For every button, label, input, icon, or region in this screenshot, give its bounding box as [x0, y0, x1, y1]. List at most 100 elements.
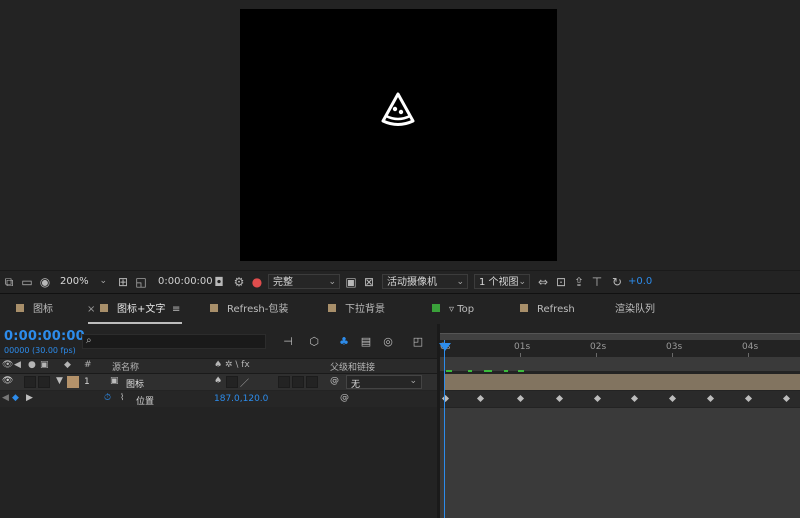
current-time-display[interactable]: 0:00:00:00: [4, 329, 85, 344]
timeline-tab-bar: 图标 × 图标+文字 ≡ Refresh-包装 下拉背景 ▿ Top Refre…: [0, 294, 800, 325]
viewer-timecode[interactable]: 0:00:00:00: [158, 276, 213, 287]
layer-name[interactable]: 图标: [126, 377, 144, 390]
expand-triangle-icon[interactable]: ▼: [56, 376, 63, 386]
pizza-slice-icon: [381, 92, 415, 126]
fast-previews-icon[interactable]: ▣: [344, 275, 358, 289]
composition-canvas[interactable]: [240, 9, 557, 261]
tab-pulldown-bg[interactable]: 下拉背景: [328, 294, 385, 324]
prev-keyframe-icon[interactable]: ◀: [2, 393, 9, 403]
camera-select[interactable]: 活动摄像机 ⌄: [382, 274, 468, 289]
tab-color-swatch: [328, 304, 336, 312]
toggle-pixel-aspect-icon[interactable]: ⇔: [536, 275, 550, 289]
expression-pick-whip-icon[interactable]: @: [340, 393, 349, 403]
resolution-select[interactable]: 完整 ⌄: [268, 274, 340, 289]
3d-layer-switch[interactable]: [306, 376, 318, 388]
exposure-value[interactable]: +0.0: [628, 276, 652, 287]
views-value: 1 个视图: [479, 277, 519, 288]
collapse-switch[interactable]: [226, 376, 238, 388]
ruler-label: 04s: [742, 342, 759, 352]
composition-mini-flowchart-icon[interactable]: ⊣: [280, 335, 296, 349]
audio-toggle[interactable]: [24, 376, 36, 388]
frame-rate-display: 00000 (30.00 fps): [4, 346, 76, 355]
color-channels-icon[interactable]: ●: [250, 275, 264, 289]
close-icon[interactable]: ×: [87, 294, 95, 324]
timeline-link-icon[interactable]: ⊡: [554, 275, 568, 289]
solo-icon[interactable]: ●: [28, 360, 36, 370]
zoom-value: 200%: [60, 276, 89, 287]
solo-toggle[interactable]: [38, 376, 50, 388]
layer-search-input[interactable]: [82, 334, 266, 349]
tab-label: Refresh: [537, 304, 575, 315]
tab-color-swatch: [100, 304, 108, 312]
graph-editor-icon[interactable]: ◰: [410, 335, 426, 349]
chevron-down-icon: ⌄: [99, 276, 107, 286]
layer-number: 1: [84, 377, 90, 387]
chevron-down-icon: ⌄: [328, 277, 336, 287]
chevron-down-icon: ⌄: [518, 277, 526, 287]
panel-menu-icon[interactable]: ≡: [172, 294, 180, 324]
shy-switch-icon[interactable]: ♠: [214, 376, 222, 386]
tab-top[interactable]: ▿ Top: [432, 294, 474, 324]
tab-refresh[interactable]: Refresh: [520, 294, 575, 324]
search-icon: ⌕: [86, 335, 92, 346]
mask-visibility-icon[interactable]: ◉: [38, 275, 52, 289]
graph-icon[interactable]: ⌇: [120, 393, 124, 403]
label-tag-icon[interactable]: ◆: [64, 360, 71, 370]
tab-icon-text[interactable]: 图标+文字: [100, 294, 165, 324]
shy-layers-icon[interactable]: ♣: [336, 335, 352, 349]
grid-guides-icon[interactable]: ⊞: [116, 275, 130, 289]
tab-label: Refresh-包装: [227, 304, 289, 315]
tab-icons[interactable]: 图标: [16, 294, 53, 324]
viewer-toolbar: ⧉ ▭ ◉ 200% ⌄ ⊞ ◱ 0:00:00:00 ◘ ⚙ ● 完整 ⌄ ▣…: [0, 270, 800, 294]
motion-blur-icon[interactable]: ◎: [380, 335, 396, 349]
effect-switch[interactable]: [278, 376, 290, 388]
views-select[interactable]: 1 个视图 ⌄: [474, 274, 530, 289]
cache-bar: [440, 357, 800, 371]
property-row: ◀ ◆ ▶ ⏱ ⌇ 位置 187.0,120.0 @: [0, 391, 437, 407]
column-switches: ♠ ✲ \ fx: [214, 360, 250, 370]
frame-blending-icon[interactable]: ▤: [358, 335, 374, 349]
transparency-grid-icon[interactable]: ⊠: [362, 275, 376, 289]
work-area-bar[interactable]: [440, 333, 800, 340]
playhead-handle[interactable]: [439, 343, 451, 351]
eye-icon[interactable]: 👁: [2, 376, 13, 386]
tab-render-queue[interactable]: 渲染队列: [615, 294, 655, 324]
reset-exposure-icon[interactable]: ↻: [610, 275, 624, 289]
audio-speaker-icon[interactable]: ◀: [14, 360, 21, 370]
show-snapshot-icon[interactable]: ⚙: [232, 275, 246, 289]
ruler-label: 01s: [514, 342, 531, 352]
next-keyframe-icon[interactable]: ▶: [26, 393, 33, 403]
parent-select[interactable]: 无 ⌄: [346, 375, 422, 390]
add-keyframe-icon[interactable]: ◆: [12, 393, 19, 403]
chevron-down-icon: ⌄: [409, 376, 417, 386]
cached-frame-indicator: [504, 370, 508, 372]
property-value[interactable]: 187.0,120.0: [214, 394, 268, 404]
snapshot-camera-icon[interactable]: ◘: [212, 275, 226, 289]
composition-export-icon[interactable]: ⇪: [572, 275, 586, 289]
draft-3d-icon[interactable]: ⬡: [306, 335, 322, 349]
cached-frame-indicator: [446, 370, 452, 372]
timeline-empty-track-area: [440, 408, 800, 518]
column-parent-link[interactable]: 父级和链接: [330, 360, 375, 373]
zoom-select[interactable]: 200% ⌄: [56, 274, 110, 289]
pick-whip-icon[interactable]: @: [330, 376, 339, 386]
layer-label-color[interactable]: [67, 376, 79, 388]
layer-duration-bar[interactable]: [444, 374, 800, 390]
property-name: 位置: [136, 397, 155, 407]
column-source-name[interactable]: 源名称: [112, 360, 139, 373]
video-eye-icon[interactable]: 👁: [2, 360, 13, 370]
monitor-icon[interactable]: ▭: [20, 275, 34, 289]
quality-switch-icon[interactable]: ／: [240, 376, 249, 389]
camera-value: 活动摄像机: [387, 277, 437, 288]
region-of-interest-icon[interactable]: ◱: [134, 275, 148, 289]
playhead-line[interactable]: [444, 340, 445, 518]
lock-icon[interactable]: ▣: [40, 360, 49, 370]
layer-column-header: 👁 ◀ ● ▣ ◆ # 源名称 ♠ ✲ \ fx 父级和链接: [0, 358, 437, 374]
flowchart-icon[interactable]: ⊤: [590, 275, 604, 289]
column-hash: #: [84, 360, 92, 370]
tab-refresh-package[interactable]: Refresh-包装: [210, 294, 288, 324]
always-preview-icon[interactable]: ⧉: [2, 275, 16, 289]
resolution-value: 完整: [273, 277, 293, 288]
stopwatch-icon[interactable]: ⏱: [104, 393, 111, 403]
motion-blur-switch[interactable]: [292, 376, 304, 388]
